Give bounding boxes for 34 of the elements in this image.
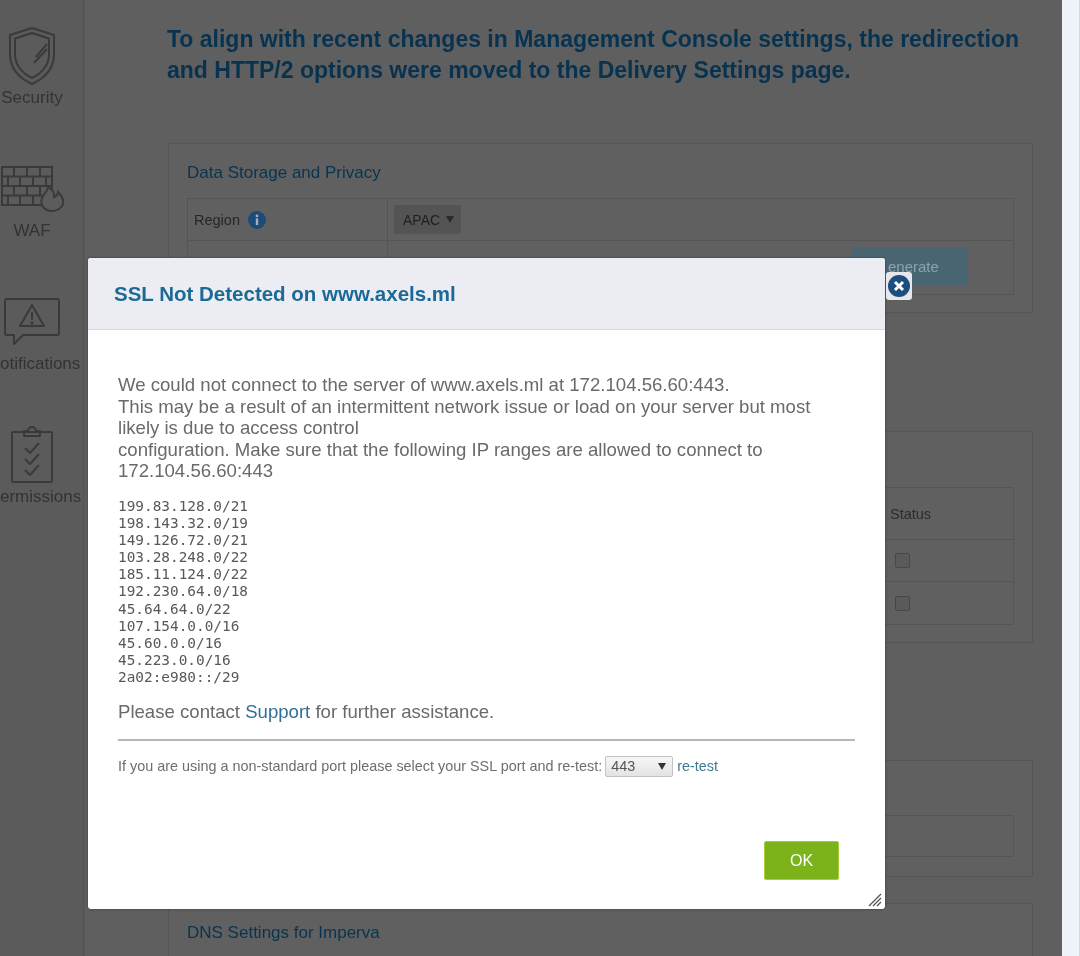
warning-bubble-icon: [3, 297, 61, 347]
close-button[interactable]: [886, 272, 912, 300]
error-message: We could not connect to the server of www.axels.ml at 172.104.56.60:443. This may be a result of an intermittent network issue or load on your server but most likely is due to access control configuration. Make sure that the following IP ranges are allowed to connect to 172.104.56.60:443: [118, 374, 811, 482]
ip-range: 45.64.64.0/22: [118, 600, 231, 618]
dialog-title: SSL Not Detected on www.axels.ml: [114, 281, 456, 306]
ip-range: 185.11.124.0/22: [118, 566, 248, 584]
ip-range: 198.143.32.0/19: [118, 515, 248, 533]
field-label: Region: [194, 211, 240, 228]
retest-link[interactable]: re-test: [677, 758, 719, 774]
ip-range: 149.126.72.0/21: [118, 532, 248, 550]
checkbox[interactable]: [895, 595, 910, 611]
notice-heading: To align with recent changes in Management Console settings, the redirection and HTTP/2 options were moved to the Delivery Settings page.: [167, 25, 1020, 85]
resize-grip-icon[interactable]: [868, 893, 882, 907]
shield-icon: [7, 26, 57, 86]
checkbox[interactable]: [895, 553, 910, 568]
support-link[interactable]: Support: [245, 701, 311, 722]
support-note: Please contact Support for further assistance.: [118, 700, 495, 724]
clipboard-icon: [10, 426, 54, 484]
ip-range: 107.154.0.0/16: [118, 617, 240, 635]
close-icon: [888, 275, 910, 297]
ip-range: 45.223.0.0/16: [118, 651, 231, 669]
ip-range: 192.230.64.0/18: [118, 583, 248, 601]
ip-range: 45.60.0.0/16: [118, 634, 222, 652]
caret-icon: [658, 762, 667, 770]
port-select[interactable]: 443: [605, 755, 674, 777]
ip-range: 2a02:e980::/29: [118, 668, 240, 686]
panel-title: DNS Settings for Imperva: [187, 922, 380, 944]
panel-title: Data Storage and Privacy: [187, 162, 381, 184]
info-icon[interactable]: [247, 210, 266, 229]
ip-range: 199.83.128.0/21: [118, 497, 248, 516]
ip-range: 103.28.248.0/22: [118, 549, 248, 567]
port-prompt: If you are using a non-standard port please select your SSL port and re-test:: [118, 758, 603, 774]
ok-button[interactable]: OK: [764, 841, 839, 880]
caret-icon: [446, 216, 455, 223]
